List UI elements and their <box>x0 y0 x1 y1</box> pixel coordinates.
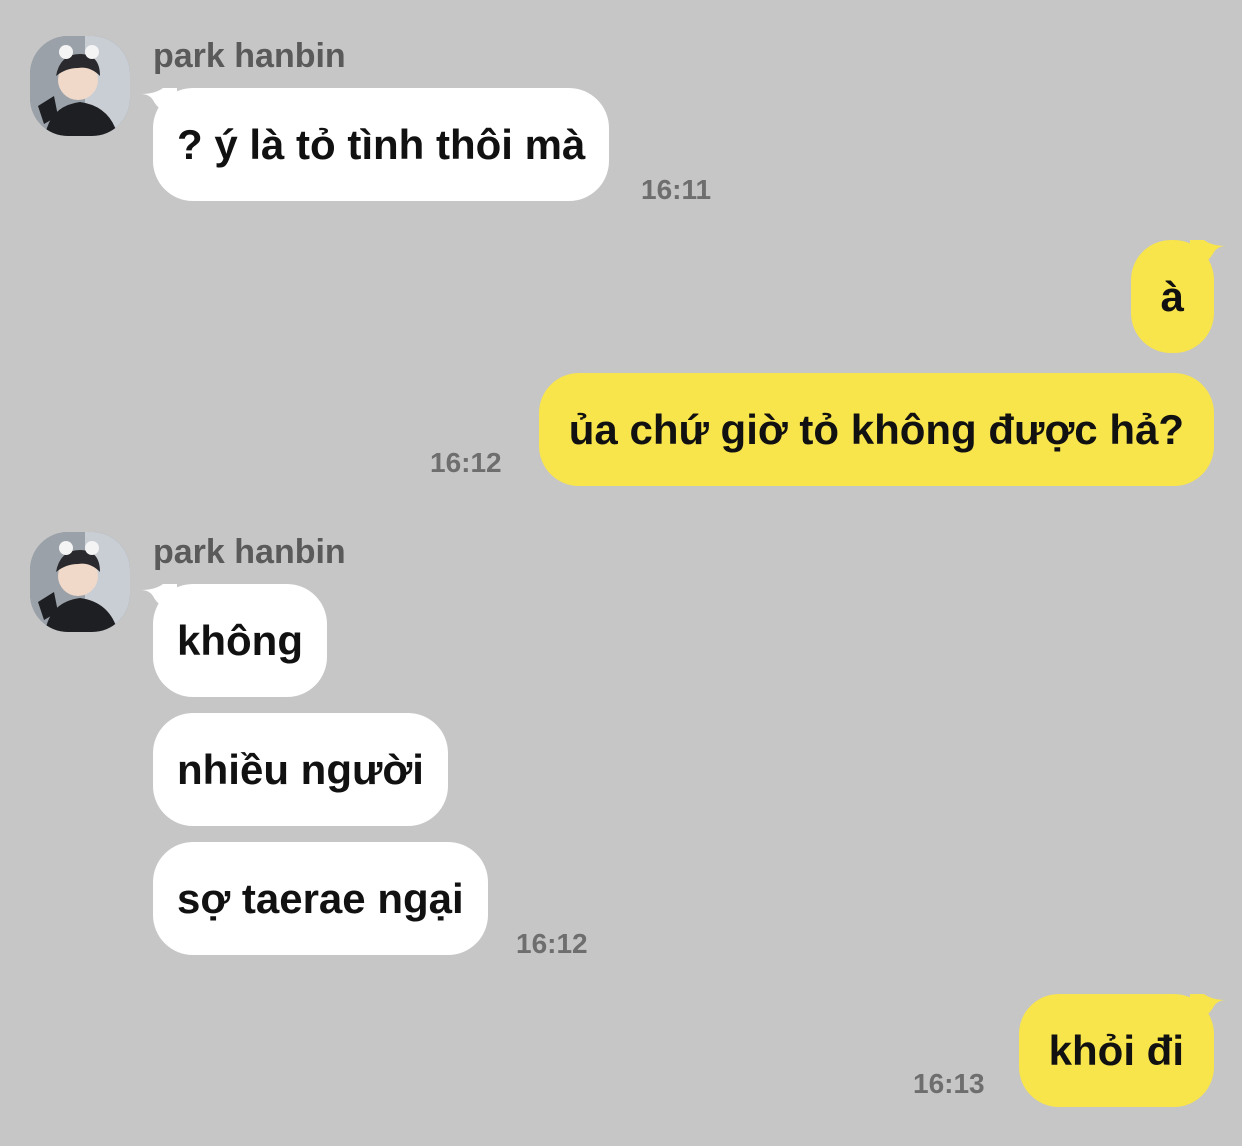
sender-name: park hanbin <box>153 533 346 571</box>
message-text: ủa chứ giờ tỏ không được hả? <box>568 405 1184 453</box>
message-bubble[interactable]: nhiều người <box>153 713 448 826</box>
profile-photo-avatar-icon <box>30 532 130 632</box>
message-text: ? ý là tỏ tình thôi mà <box>177 120 586 168</box>
message-bubble[interactable]: không <box>141 584 327 697</box>
message-text: nhiều người <box>177 745 424 793</box>
timestamp: 16:11 <box>641 174 712 205</box>
bubble-tail <box>1190 994 1226 1024</box>
profile-photo-avatar-icon <box>30 36 130 136</box>
bubble-tail <box>141 88 177 118</box>
bubble-tail <box>141 584 177 614</box>
timestamp: 16:13 <box>913 1068 985 1099</box>
message-bubble[interactable]: à <box>1130 240 1226 353</box>
message-bubble[interactable]: sợ taerae ngại <box>153 842 488 955</box>
timestamp: 16:12 <box>430 447 502 478</box>
avatar[interactable] <box>30 36 130 136</box>
timestamp: 16:12 <box>516 928 588 959</box>
message-bubble[interactable]: ủa chứ giờ tỏ không được hả? <box>538 373 1214 486</box>
message-text: à <box>1160 272 1184 320</box>
message-bubble[interactable]: khỏi đi <box>1018 994 1226 1107</box>
sender-name: park hanbin <box>153 37 346 75</box>
avatar[interactable] <box>30 532 130 632</box>
message-text: khỏi đi <box>1048 1026 1184 1074</box>
bubble-tail <box>1190 240 1226 270</box>
message-text: sợ taerae ngại <box>177 874 464 922</box>
message-bubble[interactable]: ? ý là tỏ tình thôi mà <box>141 88 610 201</box>
message-text: không <box>177 616 303 664</box>
